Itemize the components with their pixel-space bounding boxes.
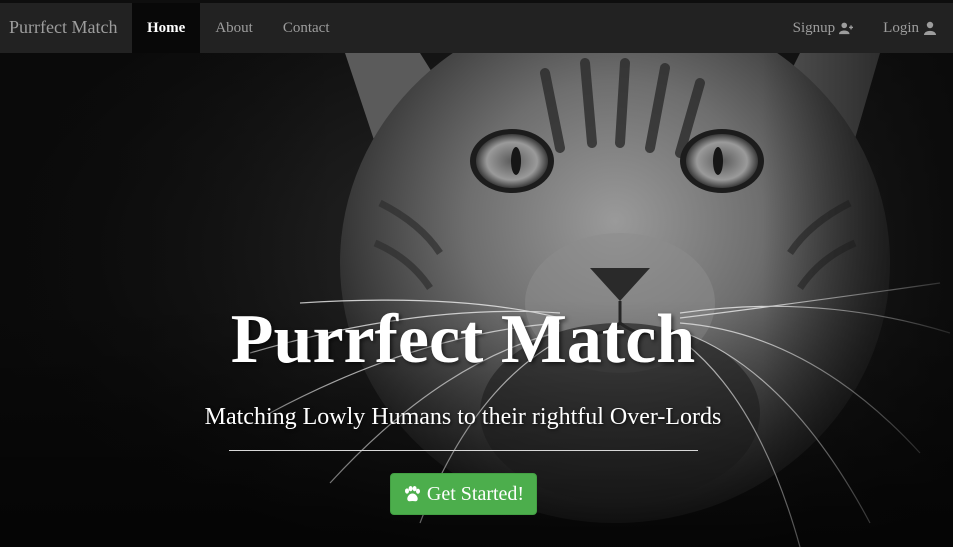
login-label: Login xyxy=(883,19,919,36)
nav-item-login[interactable]: Login xyxy=(883,3,937,53)
nav-item-about[interactable]: About xyxy=(200,3,268,53)
hero-subtitle: Matching Lowly Humans to their rightful … xyxy=(204,404,722,430)
nav-item-signup[interactable]: Signup xyxy=(793,3,854,53)
navbar: Purrfect Match Home About Contact Signup… xyxy=(0,0,953,53)
user-icon xyxy=(924,21,936,35)
hero: Purrfect Match Matching Lowly Humans to … xyxy=(0,53,953,547)
hero-divider xyxy=(229,450,698,451)
user-plus-icon xyxy=(839,22,854,35)
brand-link[interactable]: Purrfect Match xyxy=(9,17,117,38)
signup-label: Signup xyxy=(792,19,836,36)
hero-title: Purrfect Match xyxy=(230,301,696,378)
hero-content: Purrfect Match Matching Lowly Humans to … xyxy=(0,53,953,547)
nav-left: Home About Contact xyxy=(132,3,344,53)
paw-icon xyxy=(404,485,420,501)
get-started-label: Get Started! xyxy=(426,482,525,505)
nav-right: Signup Login xyxy=(793,3,937,53)
get-started-button[interactable]: Get Started! xyxy=(390,473,537,515)
nav-item-home[interactable]: Home xyxy=(132,3,201,53)
nav-item-contact[interactable]: Contact xyxy=(268,3,345,53)
page: Purrfect Match Home About Contact Signup… xyxy=(0,0,953,547)
